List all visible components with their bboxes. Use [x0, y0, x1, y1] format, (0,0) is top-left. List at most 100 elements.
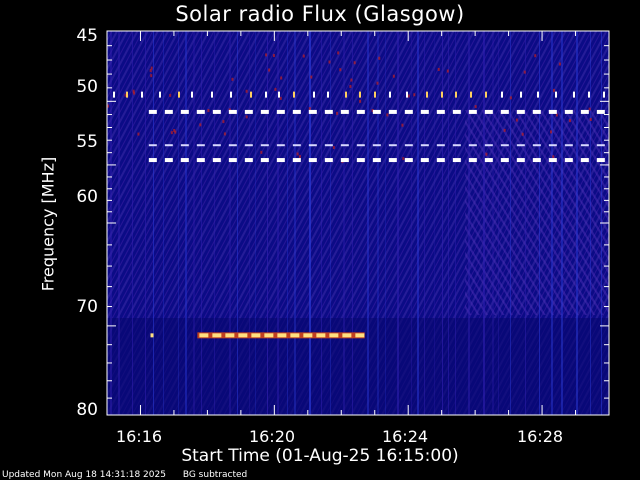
- interference-tick: [141, 91, 143, 98]
- noise-speck: [137, 132, 140, 136]
- interference-segment: [324, 144, 333, 147]
- interference-segment: [196, 109, 205, 114]
- noise-speck: [552, 155, 555, 159]
- noise-speck: [588, 107, 591, 111]
- interference-segment: [276, 109, 285, 114]
- interference-segment: [244, 158, 253, 163]
- interference-segment: [180, 109, 189, 114]
- vertical-stripe: [201, 31, 202, 415]
- interference-segment: [532, 158, 541, 163]
- interference-tick: [603, 91, 605, 98]
- interference-tick: [573, 91, 575, 98]
- interference-tick: [327, 91, 329, 98]
- vertical-stripe: [287, 31, 288, 415]
- vertical-stripe: [153, 31, 154, 415]
- interference-segment: [342, 333, 352, 338]
- vertical-stripe: [411, 31, 412, 415]
- noise-speck: [515, 118, 518, 122]
- noise-speck: [549, 130, 552, 134]
- noise-speck: [308, 107, 311, 111]
- plot-texture-right: [465, 110, 609, 315]
- interference-segment: [516, 144, 525, 147]
- vertical-stripe: [417, 31, 419, 415]
- noise-speck: [274, 87, 277, 91]
- interference-segment: [329, 333, 339, 338]
- interference-segment: [372, 158, 381, 163]
- interference-segment: [292, 109, 301, 114]
- interference-segment: [596, 144, 605, 147]
- interference-segment: [500, 144, 509, 147]
- interference-segment: [316, 333, 326, 338]
- interference-segment: [500, 109, 509, 114]
- vertical-stripe: [576, 31, 578, 415]
- noise-speck: [509, 96, 512, 100]
- noise-speck: [231, 77, 234, 81]
- vertical-stripe: [132, 31, 133, 415]
- vertical-stripe: [590, 31, 591, 415]
- interference-tick: [389, 91, 391, 98]
- interference-tick: [588, 91, 590, 98]
- vertical-stripe: [294, 31, 296, 415]
- interference-segment: [388, 109, 397, 114]
- noise-speck: [359, 99, 362, 103]
- vertical-stripe: [492, 31, 494, 415]
- noise-speck: [298, 155, 301, 159]
- interference-segment: [324, 158, 333, 163]
- interference-segment: [308, 109, 317, 114]
- y-tick-label: 45: [76, 26, 98, 46]
- x-tick-label: 16:16: [115, 427, 163, 446]
- interference-tick: [265, 91, 267, 98]
- noise-speck: [401, 123, 404, 127]
- vertical-stripe: [237, 31, 238, 415]
- noise-speck: [555, 113, 558, 117]
- interference-segment: [290, 333, 300, 338]
- noise-speck: [279, 96, 282, 100]
- interference-segment: [340, 158, 349, 163]
- noise-speck: [523, 70, 526, 74]
- interference-tick: [126, 91, 128, 98]
- interference-segment: [212, 333, 222, 338]
- interference-segment: [260, 109, 269, 114]
- vertical-stripe: [352, 31, 353, 415]
- vertical-stripe: [385, 31, 386, 415]
- noise-speck: [223, 132, 226, 136]
- noise-speck: [336, 111, 339, 115]
- x-tick-label: 16:28: [516, 427, 564, 446]
- interference-segment: [277, 333, 287, 338]
- noise-speck: [558, 62, 561, 66]
- vertical-stripe: [483, 31, 485, 415]
- interference-segment: [420, 158, 429, 163]
- interference-tick: [441, 91, 443, 98]
- interference-segment: [292, 158, 301, 163]
- interference-tick: [211, 91, 213, 98]
- noise-speck: [337, 51, 340, 55]
- noise-speck: [392, 74, 395, 78]
- interference-segment: [548, 158, 557, 163]
- noise-speck: [222, 120, 225, 124]
- vertical-stripe: [434, 31, 435, 415]
- interference-tick: [293, 91, 295, 98]
- interference-segment: [355, 333, 365, 338]
- interference-segment: [244, 109, 253, 114]
- interference-tick: [359, 91, 361, 98]
- interference-segment: [303, 333, 313, 338]
- interference-segment: [452, 109, 461, 114]
- vertical-stripe: [178, 31, 179, 415]
- interference-segment: [404, 158, 413, 163]
- interference-segment: [500, 158, 509, 163]
- interference-segment: [180, 144, 189, 147]
- interference-segment: [452, 144, 461, 147]
- noise-speck: [437, 67, 440, 71]
- interference-segment: [164, 109, 173, 114]
- vertical-stripe: [468, 31, 470, 415]
- vertical-stripe: [193, 31, 195, 415]
- noise-speck: [485, 152, 488, 156]
- interference-segment: [340, 144, 349, 147]
- chart-title: Solar radio Flux (Glasgow): [175, 2, 465, 26]
- noise-speck: [296, 152, 299, 156]
- interference-tick: [455, 91, 457, 98]
- y-tick-label: 60: [76, 187, 98, 207]
- noise-speck: [280, 76, 283, 80]
- interference-segment: [148, 158, 157, 163]
- interference-segment: [356, 158, 365, 163]
